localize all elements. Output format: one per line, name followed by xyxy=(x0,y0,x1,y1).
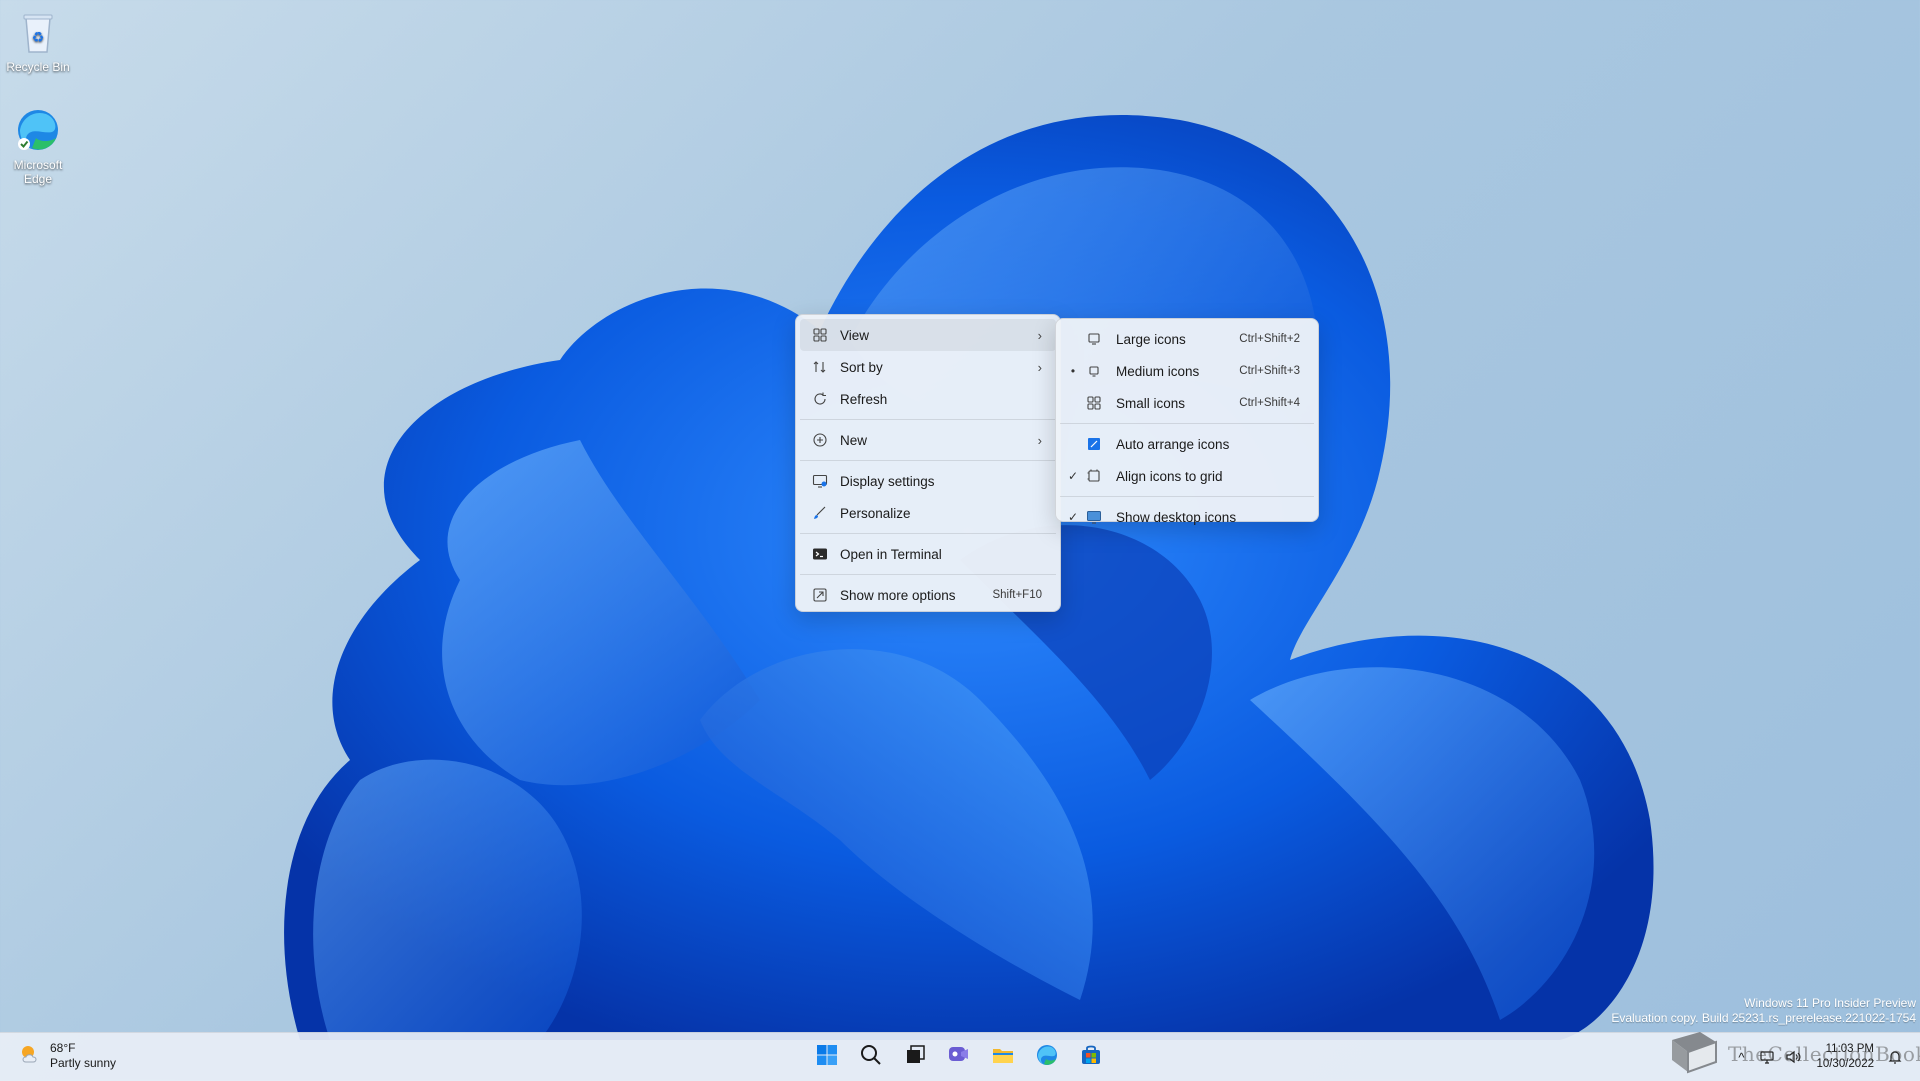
watermark-line-1: Windows 11 Pro Insider Preview xyxy=(1744,996,1916,1010)
weather-condition: Partly sunny xyxy=(50,1056,117,1070)
desktop-context-menu: View › Sort by › Refresh New › Display s… xyxy=(795,314,1061,612)
store-icon xyxy=(1079,1043,1103,1072)
submenu-item-label: Auto arrange icons xyxy=(1116,436,1230,452)
monitor-icon xyxy=(1086,331,1116,347)
submenu-item-shortcut: Ctrl+Shift+3 xyxy=(1239,365,1300,377)
menu-item-label: Display settings xyxy=(840,473,935,489)
more-options-icon xyxy=(800,587,840,603)
menu-item-view[interactable]: View › xyxy=(800,319,1056,351)
plus-circle-icon xyxy=(800,432,840,448)
menu-item-label: Refresh xyxy=(840,391,888,407)
file-explorer-button[interactable] xyxy=(983,1039,1023,1075)
menu-item-personalize[interactable]: Personalize xyxy=(800,497,1056,529)
display-icon xyxy=(800,473,840,489)
menu-separator xyxy=(800,533,1056,534)
taskbar: 68°F Partly sunny ^ 11:03 PM 10/30/2022 xyxy=(0,1032,1920,1081)
submenu-item-large-icons[interactable]: Large icons Ctrl+Shift+2 xyxy=(1060,323,1314,355)
desktop-icon-label: Microsoft Edge xyxy=(13,158,63,186)
chat-button[interactable] xyxy=(939,1039,979,1075)
weather-widget[interactable]: 68°F Partly sunny xyxy=(18,1041,116,1071)
submenu-item-align-to-grid[interactable]: ✓ Align icons to grid xyxy=(1060,460,1314,492)
desktop-icon-label: Recycle Bin xyxy=(6,60,70,74)
menu-item-label: Personalize xyxy=(840,505,911,521)
terminal-icon xyxy=(800,546,840,562)
submenu-item-small-icons[interactable]: Small icons Ctrl+Shift+4 xyxy=(1060,387,1314,419)
start-icon xyxy=(815,1043,839,1072)
evaluation-watermark: Windows 11 Pro Insider Preview Evaluatio… xyxy=(1611,996,1916,1026)
menu-item-refresh[interactable]: Refresh xyxy=(800,383,1056,415)
grid-icon xyxy=(1086,395,1116,411)
edge-icon xyxy=(14,106,62,154)
menu-item-shortcut: Shift+F10 xyxy=(992,589,1042,601)
submenu-item-label: Small icons xyxy=(1116,395,1186,411)
menu-separator xyxy=(1060,423,1314,424)
svg-text:♻: ♻ xyxy=(32,30,45,46)
grid-icon xyxy=(800,327,840,343)
edge-icon xyxy=(1035,1043,1059,1072)
taskbar-apps xyxy=(805,1039,1113,1075)
selection-mark: • xyxy=(1070,364,1076,378)
partly-sunny-icon xyxy=(18,1042,42,1071)
checkmark-icon: ✓ xyxy=(1067,510,1079,524)
menu-item-open-in-terminal[interactable]: Open in Terminal xyxy=(800,538,1056,570)
view-submenu: Large icons Ctrl+Shift+2 • Medium icons … xyxy=(1055,318,1319,525)
submenu-item-label: Show desktop icons xyxy=(1116,509,1237,525)
checkmark-icon: ✓ xyxy=(1067,469,1079,483)
submenu-item-show-desktop-icons[interactable]: ✓ Show desktop icons xyxy=(1060,501,1314,533)
menu-separator xyxy=(800,574,1056,575)
menu-separator xyxy=(800,460,1056,461)
menu-item-show-more-options[interactable]: Show more options Shift+F10 xyxy=(800,579,1056,611)
task-view-button[interactable] xyxy=(895,1039,935,1075)
submenu-item-label: Large icons xyxy=(1116,331,1186,347)
menu-item-label: New xyxy=(840,432,868,448)
submenu-item-medium-icons[interactable]: • Medium icons Ctrl+Shift+3 xyxy=(1060,355,1314,387)
desktop-icon-recycle-bin[interactable]: ♻ Recycle Bin xyxy=(0,8,76,74)
menu-item-label: Sort by xyxy=(840,359,883,375)
task-view-icon xyxy=(903,1043,927,1072)
auto-arrange-icon xyxy=(1086,436,1116,452)
sort-icon xyxy=(800,359,840,375)
search-button[interactable] xyxy=(851,1039,891,1075)
brush-icon xyxy=(800,505,840,521)
chevron-right-icon: › xyxy=(1037,327,1042,343)
edge-button[interactable] xyxy=(1027,1039,1067,1075)
watermark-line-2: Evaluation copy. Build 25231.rs_prerelea… xyxy=(1611,1011,1916,1025)
store-button[interactable] xyxy=(1071,1039,1111,1075)
start-button[interactable] xyxy=(807,1039,847,1075)
submenu-item-shortcut: Ctrl+Shift+4 xyxy=(1239,397,1300,409)
submenu-item-label: Medium icons xyxy=(1116,363,1200,379)
search-icon xyxy=(859,1043,883,1072)
refresh-icon xyxy=(800,391,840,407)
menu-item-sort-by[interactable]: Sort by › xyxy=(800,351,1056,383)
menu-separator xyxy=(800,419,1056,420)
recycle-bin-icon: ♻ xyxy=(14,8,62,56)
book-logo-icon xyxy=(1666,1028,1722,1081)
chevron-right-icon: › xyxy=(1037,359,1042,375)
submenu-item-shortcut: Ctrl+Shift+2 xyxy=(1239,333,1300,345)
chevron-right-icon: › xyxy=(1037,432,1042,448)
align-grid-icon xyxy=(1086,468,1116,484)
overlay-watermark-text: TheCollectionBook xyxy=(1728,1042,1920,1066)
menu-item-new[interactable]: New › xyxy=(800,424,1056,456)
file-explorer-icon xyxy=(991,1043,1015,1072)
desktop-icon xyxy=(1086,509,1116,525)
submenu-item-auto-arrange[interactable]: Auto arrange icons xyxy=(1060,428,1314,460)
chat-icon xyxy=(947,1043,971,1072)
weather-temperature: 68°F xyxy=(50,1041,76,1055)
menu-separator xyxy=(1060,496,1314,497)
desktop-icon-microsoft-edge[interactable]: Microsoft Edge xyxy=(0,106,76,186)
menu-item-label: Show more options xyxy=(840,587,956,603)
monitor-icon xyxy=(1086,363,1116,379)
menu-item-display-settings[interactable]: Display settings xyxy=(800,465,1056,497)
menu-item-label: View xyxy=(840,327,870,343)
menu-item-label: Open in Terminal xyxy=(840,546,942,562)
submenu-item-label: Align icons to grid xyxy=(1116,468,1223,484)
